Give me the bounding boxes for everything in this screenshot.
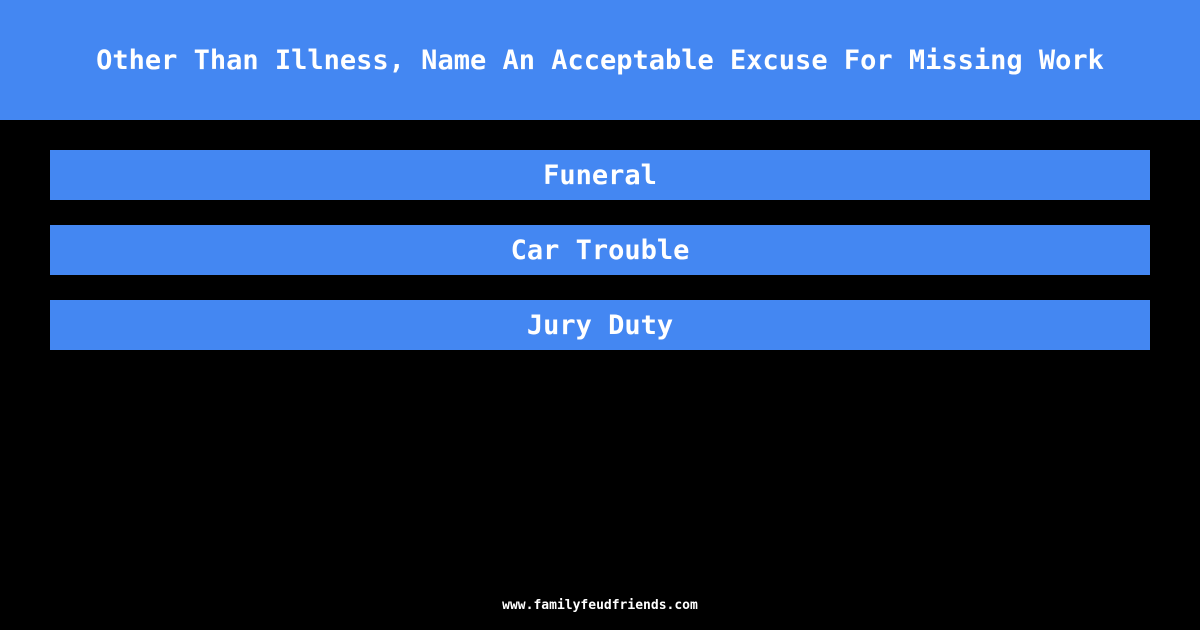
question-header: Other Than Illness, Name An Acceptable E… [0, 0, 1200, 120]
answer-bar: Funeral [50, 150, 1150, 200]
answer-label: Jury Duty [526, 309, 674, 341]
answer-bar: Jury Duty [50, 300, 1150, 350]
question-title: Other Than Illness, Name An Acceptable E… [96, 44, 1104, 76]
site-url: www.familyfeudfriends.com [502, 598, 698, 613]
answer-bar: Car Trouble [50, 225, 1150, 275]
answer-label: Funeral [543, 159, 657, 191]
answer-label: Car Trouble [510, 234, 690, 266]
